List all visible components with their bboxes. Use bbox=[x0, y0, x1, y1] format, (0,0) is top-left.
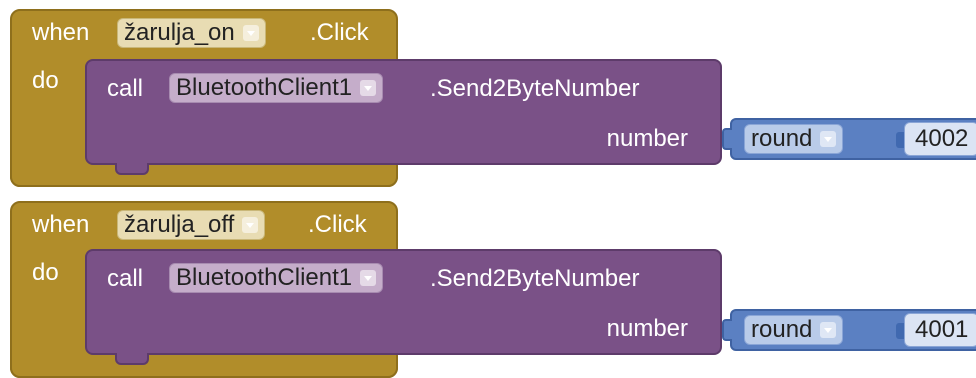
blocks-workspace[interactable]: when žarulja_on .Click do call Bluetooth… bbox=[0, 0, 976, 378]
event-component-dropdown[interactable]: žarulja_on bbox=[117, 18, 266, 48]
arg-label: number bbox=[606, 125, 688, 152]
event-block-bottom bbox=[10, 165, 398, 187]
dropdown-arrow-icon[interactable] bbox=[242, 217, 259, 233]
call-component-dropdown[interactable]: BluetoothClient1 bbox=[169, 263, 384, 293]
round-math-block[interactable]: round 4002 bbox=[722, 118, 976, 160]
block-notch bbox=[115, 353, 149, 365]
dropdown-arrow-icon[interactable] bbox=[820, 322, 837, 338]
call-method-block[interactable]: call BluetoothClient1 .Send2ByteNumber n… bbox=[85, 59, 722, 175]
when-label: when bbox=[32, 19, 90, 46]
dropdown-arrow-icon[interactable] bbox=[360, 270, 377, 286]
event-component-dropdown[interactable]: žarulja_off bbox=[117, 210, 266, 240]
do-label: do bbox=[32, 67, 59, 94]
event-name: .Click bbox=[310, 19, 369, 46]
math-function-name: round bbox=[751, 125, 813, 152]
call-component-name: BluetoothClient1 bbox=[176, 264, 353, 291]
math-function-name: round bbox=[751, 316, 813, 343]
event-component-name: žarulja_off bbox=[124, 211, 235, 238]
number-input[interactable]: 4001 bbox=[904, 313, 976, 347]
math-function-dropdown[interactable]: round bbox=[744, 315, 844, 345]
call-label: call bbox=[107, 75, 144, 102]
when-click-event-block[interactable]: when žarulja_on .Click do call Bluetooth… bbox=[10, 9, 976, 187]
call-component-dropdown[interactable]: BluetoothClient1 bbox=[169, 73, 384, 103]
number-plug bbox=[896, 323, 904, 339]
event-component-name: žarulja_on bbox=[124, 19, 235, 46]
arg-label: number bbox=[606, 315, 688, 342]
event-block-bottom bbox=[10, 356, 398, 378]
when-label: when bbox=[32, 211, 90, 238]
when-click-event-block[interactable]: when žarulja_off .Click do call Bluetoot… bbox=[10, 201, 976, 378]
round-math-block[interactable]: round 4001 bbox=[722, 309, 976, 351]
call-component-name: BluetoothClient1 bbox=[176, 74, 353, 101]
output-plug bbox=[722, 319, 732, 341]
dropdown-arrow-icon[interactable] bbox=[360, 80, 377, 96]
do-label: do bbox=[32, 259, 59, 286]
method-name: .Send2ByteNumber bbox=[430, 265, 640, 292]
block-notch bbox=[115, 163, 149, 175]
number-plug bbox=[896, 132, 904, 148]
call-method-block[interactable]: call BluetoothClient1 .Send2ByteNumber n… bbox=[85, 249, 722, 365]
dropdown-arrow-icon[interactable] bbox=[820, 131, 837, 147]
number-input[interactable]: 4002 bbox=[904, 122, 976, 156]
dropdown-arrow-icon[interactable] bbox=[242, 25, 259, 41]
method-name: .Send2ByteNumber bbox=[430, 75, 640, 102]
event-name: .Click bbox=[308, 211, 367, 238]
output-plug bbox=[722, 128, 732, 150]
math-function-dropdown[interactable]: round bbox=[744, 124, 844, 154]
call-label: call bbox=[107, 265, 144, 292]
